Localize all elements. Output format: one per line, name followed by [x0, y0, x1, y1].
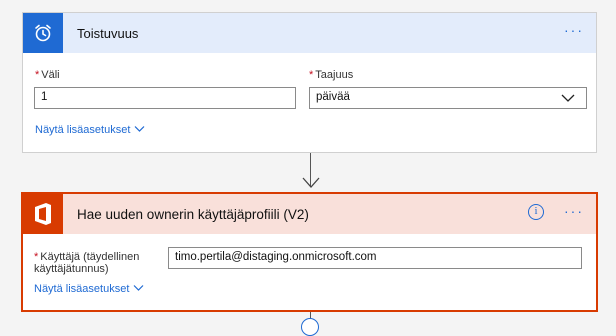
- user-field[interactable]: timo.pertila@distaging.onmicrosoft.com: [168, 247, 582, 269]
- alarm-clock-icon: [23, 13, 63, 53]
- trigger-title: Toistuvuus: [77, 25, 139, 41]
- user-label: * Käyttäjä (täydellinen käyttäjätunnus): [34, 251, 140, 275]
- action-header[interactable]: Hae uuden ownerin käyttäjäprofiili (V2) …: [23, 194, 596, 234]
- action-title: Hae uuden ownerin käyttäjäprofiili (V2): [77, 206, 309, 222]
- trigger-more-button[interactable]: ···: [564, 23, 584, 37]
- info-icon[interactable]: i: [528, 204, 544, 220]
- chevron-down-icon: [133, 283, 144, 295]
- frequency-select[interactable]: päivää: [309, 87, 587, 109]
- office-logo-icon: [23, 194, 63, 234]
- add-step-icon[interactable]: [301, 318, 319, 336]
- frequency-value: päivää: [316, 91, 350, 103]
- action-more-button[interactable]: ···: [564, 204, 584, 218]
- recurrence-trigger-card: Toistuvuus ··· * Väli 1 * Taajuus päivää N…: [22, 12, 597, 153]
- chevron-down-icon: [134, 124, 145, 136]
- trigger-show-advanced-link[interactable]: Näytä lisäasetukset: [35, 124, 145, 136]
- trigger-header[interactable]: Toistuvuus ···: [23, 13, 596, 53]
- chevron-down-icon: [560, 90, 576, 109]
- action-show-advanced-link[interactable]: Näytä lisäasetukset: [34, 283, 144, 295]
- interval-label: * Väli: [35, 69, 60, 81]
- get-user-profile-action-card: Hae uuden ownerin käyttäjäprofiili (V2) …: [21, 192, 598, 312]
- interval-field[interactable]: 1: [34, 87, 296, 109]
- frequency-label: * Taajuus: [309, 69, 354, 81]
